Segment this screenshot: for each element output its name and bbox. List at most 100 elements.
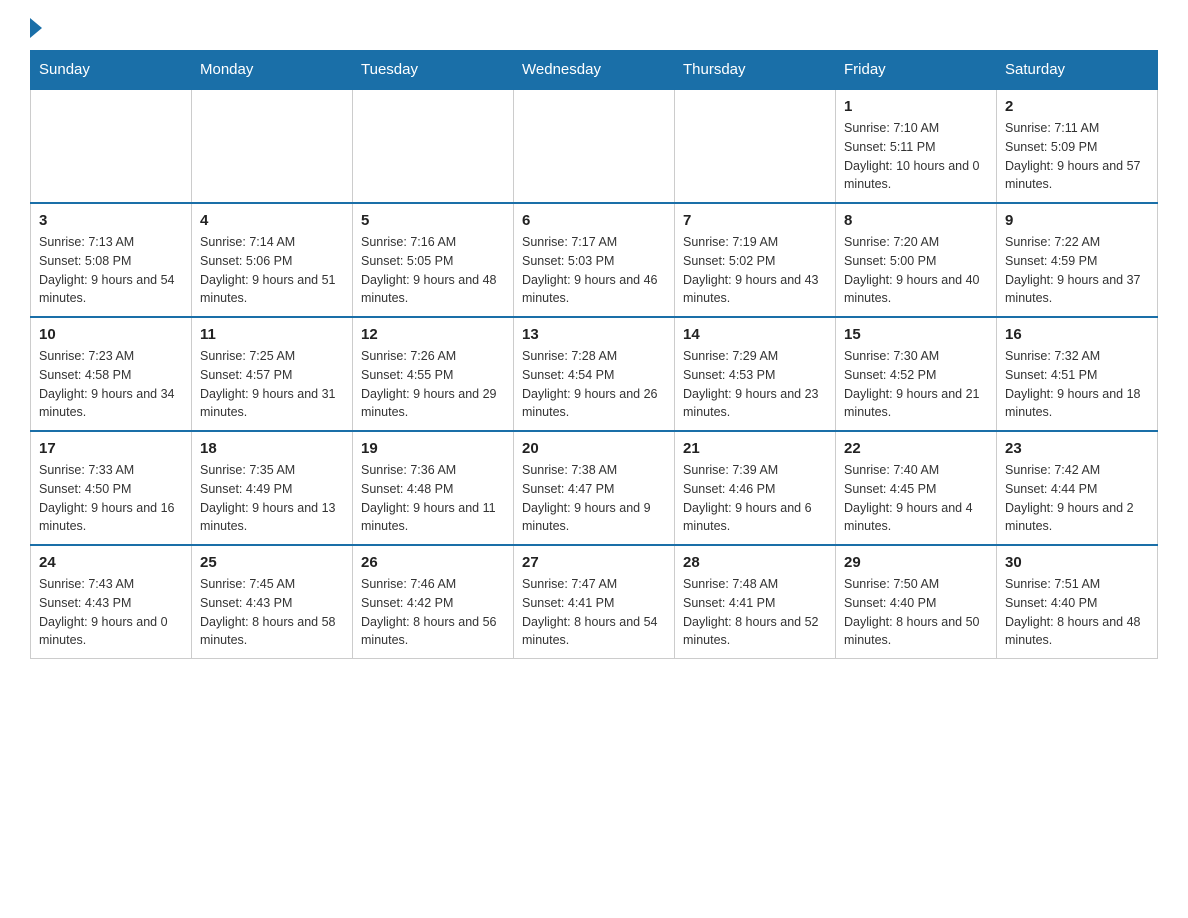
day-number: 25 <box>200 554 344 571</box>
day-number: 28 <box>683 554 827 571</box>
day-number: 8 <box>844 212 988 229</box>
day-info: Sunrise: 7:45 AMSunset: 4:43 PMDaylight:… <box>200 575 344 650</box>
page-header <box>30 20 1158 40</box>
day-info: Sunrise: 7:25 AMSunset: 4:57 PMDaylight:… <box>200 347 344 422</box>
day-info: Sunrise: 7:13 AMSunset: 5:08 PMDaylight:… <box>39 233 183 308</box>
day-number: 16 <box>1005 326 1149 343</box>
calendar-cell: 23 Sunrise: 7:42 AMSunset: 4:44 PMDayligh… <box>997 431 1158 545</box>
calendar-cell: 1Sunrise: 7:10 AMSunset: 5:11 PMDaylight… <box>836 89 997 203</box>
calendar-cell: 9 Sunrise: 7:22 AMSunset: 4:59 PMDaylight… <box>997 203 1158 317</box>
day-info: Sunrise: 7:48 AMSunset: 4:41 PMDaylight:… <box>683 575 827 650</box>
week-row-2: 3 Sunrise: 7:13 AMSunset: 5:08 PMDaylight… <box>31 203 1158 317</box>
day-info: Sunrise: 7:35 AMSunset: 4:49 PMDaylight:… <box>200 461 344 536</box>
day-info: Sunrise: 7:33 AMSunset: 4:50 PMDaylight:… <box>39 461 183 536</box>
calendar-cell: 29 Sunrise: 7:50 AMSunset: 4:40 PMDayligh… <box>836 545 997 659</box>
day-info: Sunrise: 7:11 AMSunset: 5:09 PMDaylight:… <box>1005 119 1149 194</box>
calendar-cell <box>31 89 192 203</box>
column-header-wednesday: Wednesday <box>514 51 675 90</box>
day-number: 13 <box>522 326 666 343</box>
logo-blue-text <box>30 20 44 40</box>
day-number: 24 <box>39 554 183 571</box>
calendar-cell: 21 Sunrise: 7:39 AMSunset: 4:46 PMDayligh… <box>675 431 836 545</box>
day-number: 20 <box>522 440 666 457</box>
day-info: Sunrise: 7:23 AMSunset: 4:58 PMDaylight:… <box>39 347 183 422</box>
day-number: 30 <box>1005 554 1149 571</box>
calendar-table: SundayMondayTuesdayWednesdayThursdayFrid… <box>30 50 1158 659</box>
column-header-tuesday: Tuesday <box>353 51 514 90</box>
day-info: Sunrise: 7:42 AMSunset: 4:44 PMDaylight:… <box>1005 461 1149 536</box>
day-info: Sunrise: 7:20 AMSunset: 5:00 PMDaylight:… <box>844 233 988 308</box>
calendar-cell: 30 Sunrise: 7:51 AMSunset: 4:40 PMDayligh… <box>997 545 1158 659</box>
column-header-saturday: Saturday <box>997 51 1158 90</box>
calendar-cell: 10Sunrise: 7:23 AMSunset: 4:58 PMDayligh… <box>31 317 192 431</box>
day-info: Sunrise: 7:38 AMSunset: 4:47 PMDaylight:… <box>522 461 666 536</box>
day-number: 21 <box>683 440 827 457</box>
column-header-sunday: Sunday <box>31 51 192 90</box>
week-row-4: 17 Sunrise: 7:33 AMSunset: 4:50 PMDayligh… <box>31 431 1158 545</box>
day-info: Sunrise: 7:32 AMSunset: 4:51 PMDaylight:… <box>1005 347 1149 422</box>
calendar-cell: 25 Sunrise: 7:45 AMSunset: 4:43 PMDayligh… <box>192 545 353 659</box>
day-info: Sunrise: 7:36 AMSunset: 4:48 PMDaylight:… <box>361 461 505 536</box>
calendar-cell: 26 Sunrise: 7:46 AMSunset: 4:42 PMDayligh… <box>353 545 514 659</box>
day-number: 14 <box>683 326 827 343</box>
calendar-header-row: SundayMondayTuesdayWednesdayThursdayFrid… <box>31 51 1158 90</box>
day-number: 9 <box>1005 212 1149 229</box>
day-number: 5 <box>361 212 505 229</box>
logo <box>30 20 44 40</box>
day-number: 18 <box>200 440 344 457</box>
day-number: 3 <box>39 212 183 229</box>
day-number: 26 <box>361 554 505 571</box>
calendar-cell: 20 Sunrise: 7:38 AMSunset: 4:47 PMDayligh… <box>514 431 675 545</box>
day-info: Sunrise: 7:29 AMSunset: 4:53 PMDaylight:… <box>683 347 827 422</box>
logo-triangle-icon <box>30 18 42 38</box>
calendar-cell <box>514 89 675 203</box>
calendar-cell: 16 Sunrise: 7:32 AMSunset: 4:51 PMDayligh… <box>997 317 1158 431</box>
week-row-3: 10Sunrise: 7:23 AMSunset: 4:58 PMDayligh… <box>31 317 1158 431</box>
calendar-cell: 3 Sunrise: 7:13 AMSunset: 5:08 PMDaylight… <box>31 203 192 317</box>
day-number: 23 <box>1005 440 1149 457</box>
week-row-5: 24Sunrise: 7:43 AMSunset: 4:43 PMDayligh… <box>31 545 1158 659</box>
day-info: Sunrise: 7:40 AMSunset: 4:45 PMDaylight:… <box>844 461 988 536</box>
day-info: Sunrise: 7:22 AMSunset: 4:59 PMDaylight:… <box>1005 233 1149 308</box>
calendar-cell: 14 Sunrise: 7:29 AMSunset: 4:53 PMDayligh… <box>675 317 836 431</box>
day-info: Sunrise: 7:17 AMSunset: 5:03 PMDaylight:… <box>522 233 666 308</box>
day-number: 27 <box>522 554 666 571</box>
calendar-cell: 27 Sunrise: 7:47 AMSunset: 4:41 PMDayligh… <box>514 545 675 659</box>
calendar-cell: 12Sunrise: 7:26 AMSunset: 4:55 PMDayligh… <box>353 317 514 431</box>
column-header-thursday: Thursday <box>675 51 836 90</box>
calendar-cell <box>675 89 836 203</box>
calendar-cell: 13Sunrise: 7:28 AMSunset: 4:54 PMDayligh… <box>514 317 675 431</box>
day-info: Sunrise: 7:50 AMSunset: 4:40 PMDaylight:… <box>844 575 988 650</box>
week-row-1: 1Sunrise: 7:10 AMSunset: 5:11 PMDaylight… <box>31 89 1158 203</box>
calendar-cell: 6Sunrise: 7:17 AMSunset: 5:03 PMDaylight… <box>514 203 675 317</box>
calendar-cell: 4 Sunrise: 7:14 AMSunset: 5:06 PMDaylight… <box>192 203 353 317</box>
calendar-cell: 7Sunrise: 7:19 AMSunset: 5:02 PMDaylight… <box>675 203 836 317</box>
day-number: 29 <box>844 554 988 571</box>
day-info: Sunrise: 7:39 AMSunset: 4:46 PMDaylight:… <box>683 461 827 536</box>
calendar-cell <box>192 89 353 203</box>
calendar-cell: 11 Sunrise: 7:25 AMSunset: 4:57 PMDayligh… <box>192 317 353 431</box>
day-info: Sunrise: 7:19 AMSunset: 5:02 PMDaylight:… <box>683 233 827 308</box>
column-header-friday: Friday <box>836 51 997 90</box>
day-info: Sunrise: 7:26 AMSunset: 4:55 PMDaylight:… <box>361 347 505 422</box>
calendar-cell: 17 Sunrise: 7:33 AMSunset: 4:50 PMDayligh… <box>31 431 192 545</box>
day-number: 11 <box>200 326 344 343</box>
day-info: Sunrise: 7:47 AMSunset: 4:41 PMDaylight:… <box>522 575 666 650</box>
calendar-cell: 18 Sunrise: 7:35 AMSunset: 4:49 PMDayligh… <box>192 431 353 545</box>
calendar-cell: 15 Sunrise: 7:30 AMSunset: 4:52 PMDayligh… <box>836 317 997 431</box>
day-info: Sunrise: 7:16 AMSunset: 5:05 PMDaylight:… <box>361 233 505 308</box>
calendar-cell: 5 Sunrise: 7:16 AMSunset: 5:05 PMDaylight… <box>353 203 514 317</box>
day-info: Sunrise: 7:30 AMSunset: 4:52 PMDaylight:… <box>844 347 988 422</box>
day-info: Sunrise: 7:51 AMSunset: 4:40 PMDaylight:… <box>1005 575 1149 650</box>
day-number: 17 <box>39 440 183 457</box>
day-info: Sunrise: 7:46 AMSunset: 4:42 PMDaylight:… <box>361 575 505 650</box>
day-info: Sunrise: 7:14 AMSunset: 5:06 PMDaylight:… <box>200 233 344 308</box>
calendar-cell: 24Sunrise: 7:43 AMSunset: 4:43 PMDayligh… <box>31 545 192 659</box>
day-number: 15 <box>844 326 988 343</box>
calendar-cell: 28 Sunrise: 7:48 AMSunset: 4:41 PMDayligh… <box>675 545 836 659</box>
column-header-monday: Monday <box>192 51 353 90</box>
calendar-cell: 8 Sunrise: 7:20 AMSunset: 5:00 PMDaylight… <box>836 203 997 317</box>
calendar-cell: 2Sunrise: 7:11 AMSunset: 5:09 PMDaylight… <box>997 89 1158 203</box>
day-number: 4 <box>200 212 344 229</box>
calendar-cell: 19Sunrise: 7:36 AMSunset: 4:48 PMDayligh… <box>353 431 514 545</box>
